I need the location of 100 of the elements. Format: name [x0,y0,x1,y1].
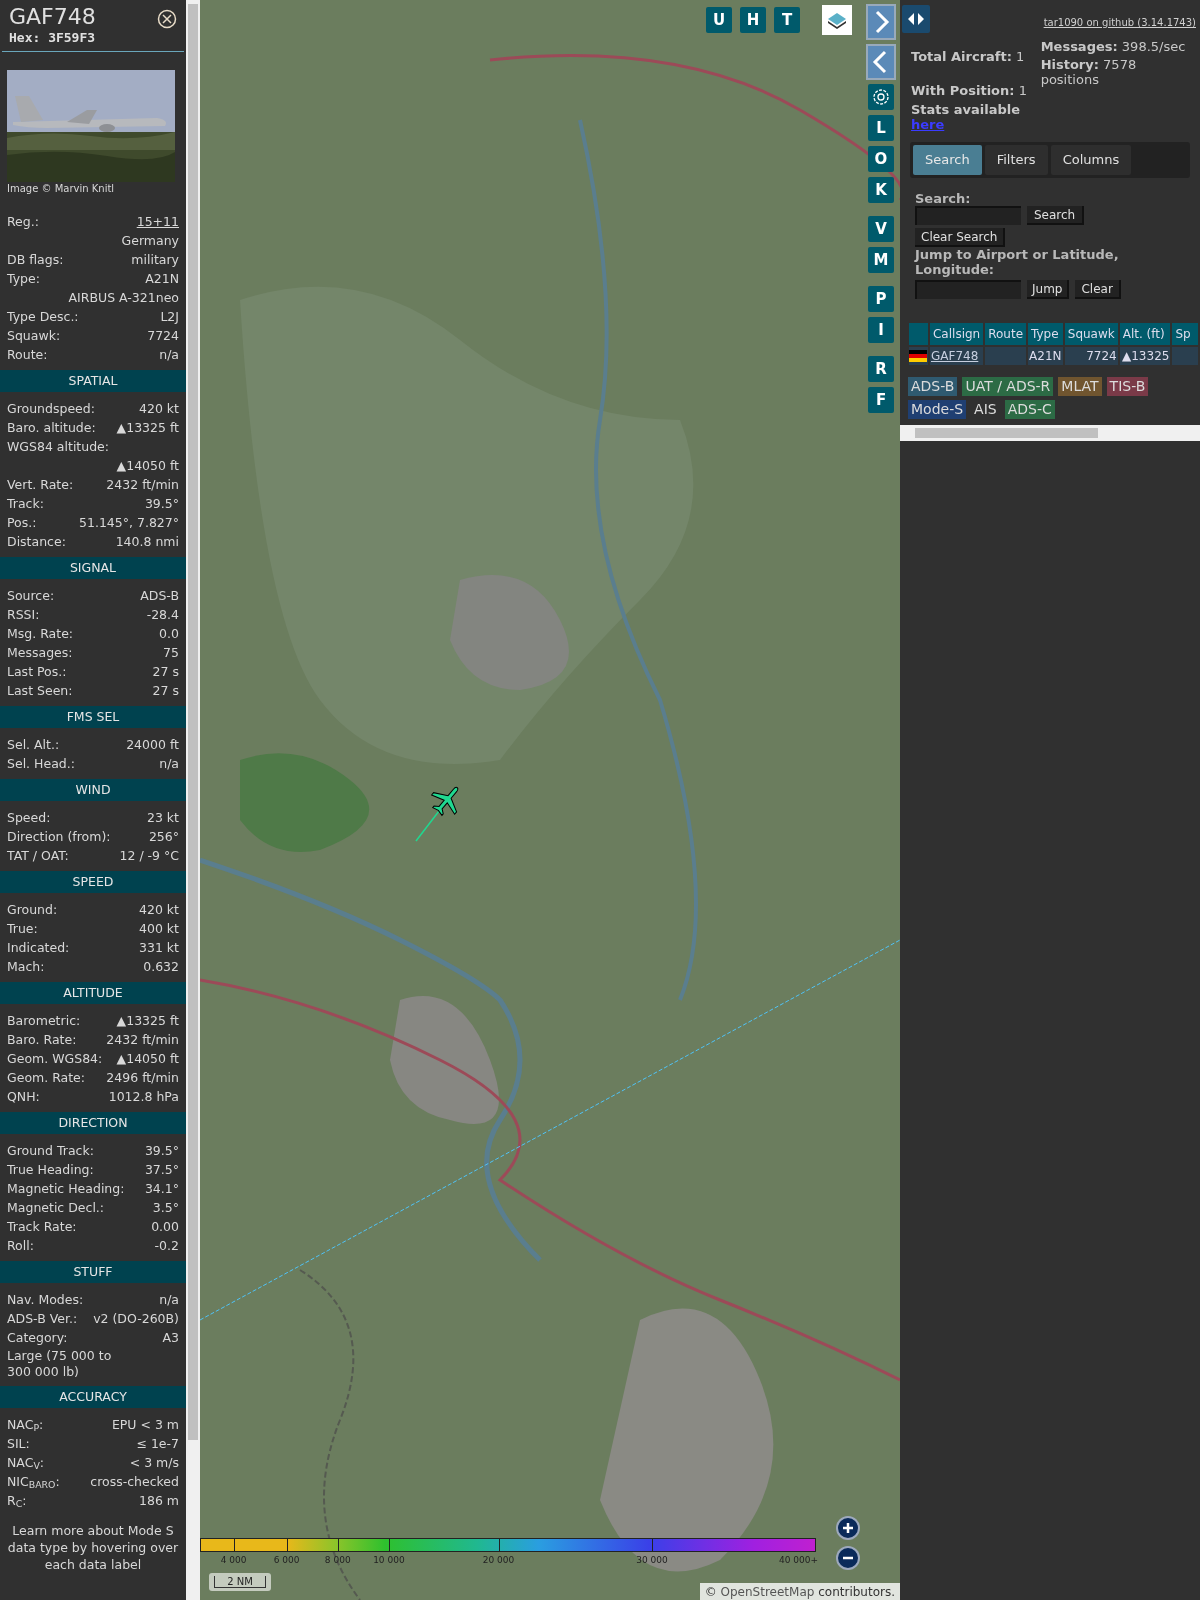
field-label: NAC$_{P}$: [7,1416,44,1434]
collapse-button[interactable] [866,44,896,80]
field-value: 400 kt [139,920,179,938]
source-tag[interactable]: Mode-S [908,400,967,419]
field-label: Distance: [7,533,66,551]
map-toggle-button[interactable]: L [868,115,894,141]
table-cell: A21N [1028,347,1063,365]
github-link[interactable]: tar1090 on github (3.14.1743) [1043,15,1196,30]
tab[interactable]: Search [913,145,982,175]
map-toggle-button[interactable]: R [868,356,894,382]
table-cell: 7724 [1064,347,1118,365]
field-value: AIRBUS A-321neo [68,289,179,307]
toggle-panel-button[interactable] [902,5,930,33]
map-toggle-button[interactable]: F [868,387,894,413]
field-value: 75 [163,644,179,662]
map-toggle-button[interactable]: O [868,146,894,172]
map-toggle-button[interactable]: V [868,216,894,242]
field-label: Speed: [7,809,51,827]
stat-text: With Position: 1 [911,83,1028,98]
openstreetmap-link[interactable]: OpenStreetMap [720,1582,815,1600]
field-value: 331 kt [139,939,179,957]
tab[interactable]: Columns [1050,145,1132,175]
field-value: 24000 ft [126,736,179,754]
field-value: 27 s [152,682,179,700]
field-label: Geom. Rate: [7,1069,86,1087]
map-toggle-button[interactable]: I [868,317,894,343]
map-toggle-button[interactable]: H [740,7,766,33]
field-value: A3 [162,1329,179,1347]
column-header[interactable]: Squawk [1064,323,1118,345]
field-value: n/a [159,346,179,364]
field-label: Reg.: [7,213,39,231]
field-value: 27 s [152,663,179,681]
map-toggle-button[interactable]: U [706,7,732,33]
field-value: 256° [148,828,179,846]
field-value: ≤ 1e-7 [136,1435,179,1453]
field-label: Baro. altitude: [7,419,96,437]
map-toggle-button[interactable]: K [868,177,894,203]
layers-button[interactable] [822,5,852,35]
photo-credit: Image © Marvin Knitl [6,182,116,196]
field-label: Sel. Alt.: [7,736,60,754]
field-value: 420 kt [139,901,179,919]
section-header: ALTITUDE [0,982,186,1004]
legend-label: 6 000 [273,1555,300,1566]
source-tag[interactable]: AIS [971,400,1000,419]
field-value: 51.145°, 7.827° [79,514,179,532]
field-label: Geom. WGS84: [7,1050,103,1068]
legend-label: 20 000 [482,1555,515,1566]
clear-button[interactable]: Clear [1075,280,1121,299]
column-header[interactable]: Route [985,323,1027,345]
column-header[interactable]: Sp [1172,323,1198,345]
map-toggle-button[interactable]: M [868,247,894,273]
column-header[interactable]: Alt. (ft) [1119,323,1171,345]
field-label: Search: [915,192,972,206]
horizontal-scrollbar[interactable] [900,425,1200,441]
field-label: True: [7,920,38,938]
legend-label: 30 000 [636,1555,668,1566]
field-label: WGS84 altitude: [7,438,110,456]
map-toggle-button[interactable]: T [774,7,800,33]
field-label: Last Pos.: [7,663,67,681]
source-tag[interactable]: ADS-B [908,377,958,396]
source-tag[interactable]: MLAT [1058,377,1102,396]
search-button[interactable]: Search [1027,206,1085,225]
jump-button[interactable]: Jump [1027,280,1070,299]
field-label: Sel. Head.: [7,755,75,773]
field-label: Source: [7,587,55,605]
legend-label: 40 000+ [779,1555,819,1566]
source-tag[interactable]: ADS-C [1004,400,1055,419]
jump-field[interactable] [915,280,1021,299]
field-label: SIL: [7,1435,30,1453]
clear-search-button[interactable]: Clear Search [915,228,1006,247]
field-value: 39.5° [144,495,179,513]
column-header[interactable]: Type [1028,323,1063,345]
source-tag[interactable]: TIS-B [1106,377,1149,396]
field-label: R$_{C}$: [7,1492,27,1510]
field-value: 7724 [147,327,179,345]
source-tag[interactable]: UAT / ADS-R [962,377,1054,396]
field-value: 2496 ft/min [106,1069,179,1087]
field-label: True Heading: [7,1161,94,1179]
callsign-title: GAF748 [9,4,96,30]
table-header-cell [909,323,928,345]
search-field[interactable] [915,206,1021,225]
attribution-text: contributors. [817,1583,895,1600]
field-label: RSSI: [7,606,40,624]
field-value: ▲13325 ft [116,419,179,437]
field-value: 39.5° [144,1142,179,1160]
section-header: DIRECTION [0,1112,186,1134]
close-icon[interactable] [157,9,177,29]
tab[interactable]: Filters [984,145,1048,175]
registration-link[interactable]: 15+11 [136,212,179,231]
map-toggle-button[interactable]: P [868,286,894,312]
column-header[interactable]: Callsign [930,323,984,345]
settings-button[interactable] [868,84,894,110]
field-label: Indicated: [7,939,70,957]
scrollbar[interactable] [186,0,200,1600]
help-text: Learn more about Mode S data type by hovering over each data label [6,1522,180,1573]
field-value: -28.4 [146,606,179,624]
field-value: 2432 ft/min [106,476,179,494]
expand-button[interactable] [866,4,896,40]
field-label: QNH: [7,1088,40,1106]
field-label: Roll: [7,1237,34,1255]
